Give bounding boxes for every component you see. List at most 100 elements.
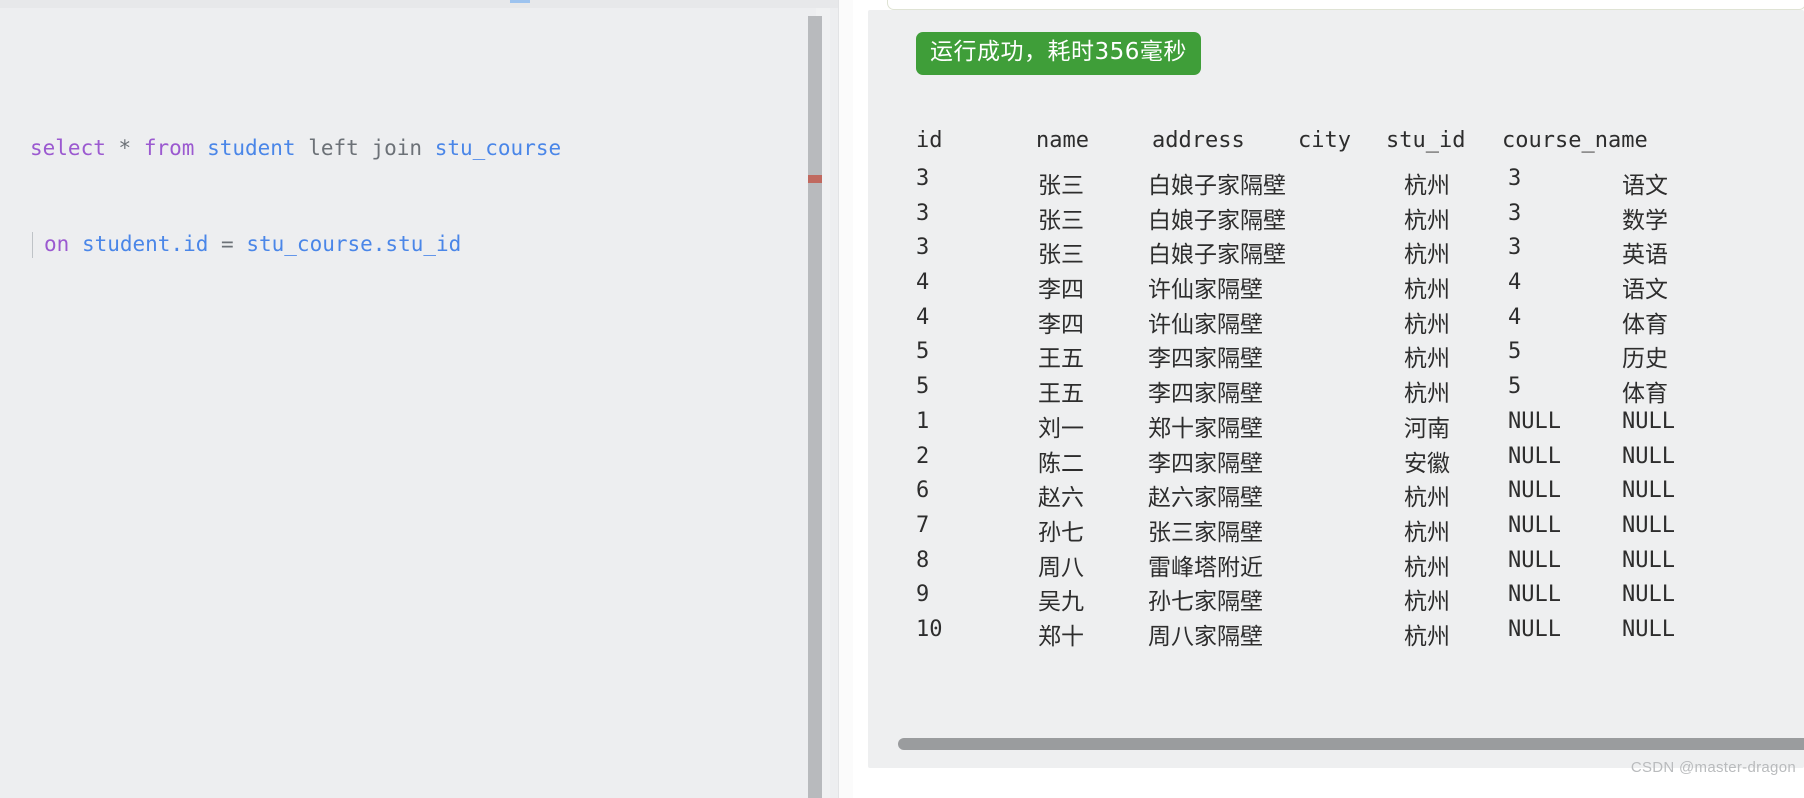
cell-address[interactable]: 张三家隔壁: [1148, 513, 1263, 547]
cell-course_name[interactable]: 体育: [1622, 305, 1668, 339]
cell-name[interactable]: 李四: [1038, 305, 1084, 339]
cell-course_name[interactable]: NULL: [1622, 478, 1675, 503]
cell-id[interactable]: 3: [916, 166, 929, 191]
cell-id[interactable]: 4: [916, 305, 929, 330]
cell-stu_id[interactable]: 4: [1508, 270, 1521, 295]
column-header-course_name[interactable]: course_name: [1502, 128, 1648, 153]
cell-course_name[interactable]: 英语: [1622, 235, 1668, 269]
cell-course_name[interactable]: 数学: [1622, 201, 1668, 235]
column-header-address[interactable]: address: [1152, 128, 1245, 153]
cell-id[interactable]: 10: [916, 617, 943, 642]
cell-city[interactable]: 杭州: [1404, 478, 1450, 512]
cell-id[interactable]: 3: [916, 201, 929, 226]
cell-name[interactable]: 王五: [1038, 339, 1084, 373]
cell-city[interactable]: 杭州: [1404, 617, 1450, 651]
cell-id[interactable]: 5: [916, 339, 929, 364]
column-header-id[interactable]: id: [916, 128, 943, 153]
cell-stu_id[interactable]: 3: [1508, 166, 1521, 191]
cell-id[interactable]: 3: [916, 235, 929, 260]
cell-name[interactable]: 李四: [1038, 270, 1084, 304]
pane-splitter[interactable]: [838, 0, 854, 798]
cell-stu_id[interactable]: 3: [1508, 235, 1521, 260]
cell-city[interactable]: 杭州: [1404, 548, 1450, 582]
cell-course_name[interactable]: NULL: [1622, 513, 1675, 538]
cell-city[interactable]: 安徽: [1404, 444, 1450, 478]
cell-course_name[interactable]: 语文: [1622, 166, 1668, 200]
cell-name[interactable]: 郑十: [1038, 617, 1084, 651]
cell-name[interactable]: 赵六: [1038, 478, 1084, 512]
cell-course_name[interactable]: 体育: [1622, 374, 1668, 408]
cell-id[interactable]: 9: [916, 582, 929, 607]
cell-stu_id[interactable]: NULL: [1508, 478, 1561, 503]
cell-stu_id[interactable]: NULL: [1508, 617, 1561, 642]
cell-course_name[interactable]: 历史: [1622, 339, 1668, 373]
editor-vertical-scrollbar-track[interactable]: [808, 8, 830, 798]
cell-city[interactable]: 杭州: [1404, 235, 1450, 269]
cell-stu_id[interactable]: 5: [1508, 339, 1521, 364]
cell-address[interactable]: 郑十家隔壁: [1148, 409, 1263, 443]
cell-course_name[interactable]: NULL: [1622, 617, 1675, 642]
cell-city[interactable]: 杭州: [1404, 166, 1450, 200]
cell-stu_id[interactable]: 3: [1508, 201, 1521, 226]
cell-name[interactable]: 张三: [1038, 166, 1084, 200]
cell-course_name[interactable]: NULL: [1622, 548, 1675, 573]
cell-address[interactable]: 李四家隔壁: [1148, 444, 1263, 478]
sql-code-area[interactable]: select * from student left join stu_cour…: [0, 8, 838, 798]
cell-name[interactable]: 张三: [1038, 235, 1084, 269]
cell-id[interactable]: 5: [916, 374, 929, 399]
cell-id[interactable]: 1: [916, 409, 929, 434]
cell-stu_id[interactable]: 4: [1508, 305, 1521, 330]
cell-city[interactable]: 杭州: [1404, 305, 1450, 339]
sql-code-block[interactable]: select * from student left join stu_cour…: [30, 68, 561, 324]
cell-stu_id[interactable]: NULL: [1508, 582, 1561, 607]
cell-name[interactable]: 张三: [1038, 201, 1084, 235]
code-line-1[interactable]: select * from student left join stu_cour…: [30, 132, 561, 164]
cell-name[interactable]: 周八: [1038, 548, 1084, 582]
cell-name[interactable]: 孙七: [1038, 513, 1084, 547]
cell-address[interactable]: 许仙家隔壁: [1148, 270, 1263, 304]
cell-city[interactable]: 杭州: [1404, 270, 1450, 304]
cell-address[interactable]: 许仙家隔壁: [1148, 305, 1263, 339]
cell-course_name[interactable]: NULL: [1622, 409, 1675, 434]
cell-name[interactable]: 王五: [1038, 374, 1084, 408]
cell-name[interactable]: 陈二: [1038, 444, 1084, 478]
cell-city[interactable]: 杭州: [1404, 374, 1450, 408]
cell-course_name[interactable]: NULL: [1622, 444, 1675, 469]
cell-stu_id[interactable]: NULL: [1508, 513, 1561, 538]
cell-stu_id[interactable]: NULL: [1508, 409, 1561, 434]
cell-id[interactable]: 4: [916, 270, 929, 295]
cell-address[interactable]: 李四家隔壁: [1148, 339, 1263, 373]
cell-address[interactable]: 周八家隔壁: [1148, 617, 1263, 651]
cell-address[interactable]: 雷峰塔附近: [1148, 548, 1263, 582]
cell-city[interactable]: 杭州: [1404, 339, 1450, 373]
column-header-name[interactable]: name: [1036, 128, 1089, 153]
cell-name[interactable]: 刘一: [1038, 409, 1084, 443]
cell-address[interactable]: 孙七家隔壁: [1148, 582, 1263, 616]
editor-error-marker[interactable]: [808, 175, 822, 183]
cell-address[interactable]: 李四家隔壁: [1148, 374, 1263, 408]
query-result-pane: 运行成功，耗时356毫秒 id name address city stu_id cour…: [853, 0, 1804, 798]
cell-city[interactable]: 河南: [1404, 409, 1450, 443]
cell-id[interactable]: 2: [916, 444, 929, 469]
cell-city[interactable]: 杭州: [1404, 513, 1450, 547]
cell-stu_id[interactable]: 5: [1508, 374, 1521, 399]
cell-address[interactable]: 赵六家隔壁: [1148, 478, 1263, 512]
cell-stu_id[interactable]: NULL: [1508, 548, 1561, 573]
cell-id[interactable]: 7: [916, 513, 929, 538]
cell-address[interactable]: 白娘子家隔壁: [1148, 201, 1286, 235]
cell-address[interactable]: 白娘子家隔壁: [1148, 235, 1286, 269]
editor-vertical-scrollbar-thumb[interactable]: [808, 16, 822, 798]
cell-stu_id[interactable]: NULL: [1508, 444, 1561, 469]
cell-city[interactable]: 杭州: [1404, 201, 1450, 235]
cell-id[interactable]: 8: [916, 548, 929, 573]
column-header-stu_id[interactable]: stu_id: [1386, 128, 1465, 153]
cell-course_name[interactable]: NULL: [1622, 582, 1675, 607]
result-horizontal-scrollbar-thumb[interactable]: [898, 738, 1804, 750]
cell-city[interactable]: 杭州: [1404, 582, 1450, 616]
cell-id[interactable]: 6: [916, 478, 929, 503]
cell-address[interactable]: 白娘子家隔壁: [1148, 166, 1286, 200]
code-line-2[interactable]: on student.id = stu_course.stu_id: [30, 228, 561, 260]
cell-course_name[interactable]: 语文: [1622, 270, 1668, 304]
cell-name[interactable]: 吴九: [1038, 582, 1084, 616]
column-header-city[interactable]: city: [1298, 128, 1351, 153]
